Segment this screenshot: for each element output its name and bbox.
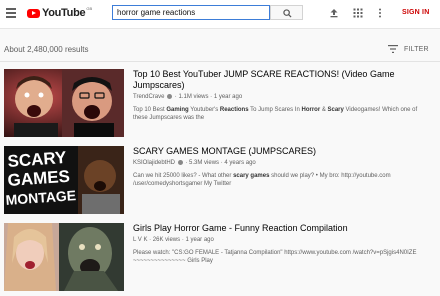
youtube-search-page: YouTube GB horror game reactions SIGN IN… [0,0,440,296]
video-thumbnail[interactable] [4,69,124,137]
video-title[interactable]: Top 10 Best YouTuber JUMP SCARE REACTION… [133,69,433,91]
upload-icon[interactable] [329,8,339,18]
search-button[interactable] [270,5,303,20]
filter-label: FILTER [404,45,429,53]
apps-grid-icon[interactable] [353,8,363,18]
video-title[interactable]: Girls Play Horror Game - Funny Reaction … [133,223,433,234]
upload-age: 4 years ago [224,160,256,167]
results-count: About 2,480,000 results [4,45,89,54]
video-thumbnail[interactable] [4,223,124,291]
view-count: 1.1M views [178,94,209,101]
video-meta: TrendCrave · 1.1M views · 1 year ago [133,94,243,101]
thumbnail-image [4,69,124,137]
video-thumbnail[interactable]: SCARY GAMES MONTAGE [4,146,124,214]
filter-button[interactable]: FILTER [388,45,429,53]
channel-name[interactable]: KSIOlajidebtHD [133,160,175,166]
video-result[interactable]: Top 10 Best YouTuber JUMP SCARE REACTION… [0,69,440,141]
video-result[interactable]: Girls Play Horror Game - Funny Reaction … [0,223,440,295]
upload-age: 1 year ago [213,94,243,101]
view-count: 5.3M views [189,160,220,167]
upload-age: 1 year ago [185,237,214,243]
video-description: Please watch: "CS:GO FEMALE - Tatjanna C… [133,250,417,264]
channel-name[interactable]: L V K [133,237,147,243]
top-bar: YouTube GB horror game reactions SIGN IN [0,0,440,29]
filter-icon [388,45,398,53]
channel-name[interactable]: TrendCrave [133,94,164,100]
video-description: Top 10 Best Gaming Youtuber's Reactions … [133,107,418,121]
verified-icon [177,160,183,165]
view-count: 26K views [152,237,181,243]
video-result[interactable]: SCARY GAMES MONTAGE SCARY GAMES MONTAGE … [0,146,440,218]
sign-in-button[interactable]: SIGN IN [402,9,429,16]
youtube-play-icon [27,8,40,18]
video-meta: KSIOlajidebtHD · 5.3M views · 4 years ag… [133,160,256,167]
video-description: Can we hit 25000 likes? - What other sca… [133,173,391,187]
video-title[interactable]: SCARY GAMES MONTAGE (JUMPSCARES) [133,146,433,157]
thumbnail-image: SCARY GAMES MONTAGE [4,146,124,214]
verified-icon [167,94,173,99]
thumbnail-image [4,223,124,291]
logo-region: GB [86,5,93,11]
search-icon [283,9,292,18]
menu-icon[interactable] [6,8,16,18]
more-vert-icon[interactable] [378,8,382,18]
logo-text: YouTube [42,7,86,19]
search-input[interactable]: horror game reactions [112,5,270,20]
divider [0,61,440,62]
video-meta: L V K · 26K views · 1 year ago [133,237,214,243]
youtube-logo[interactable]: YouTube GB [27,6,92,20]
